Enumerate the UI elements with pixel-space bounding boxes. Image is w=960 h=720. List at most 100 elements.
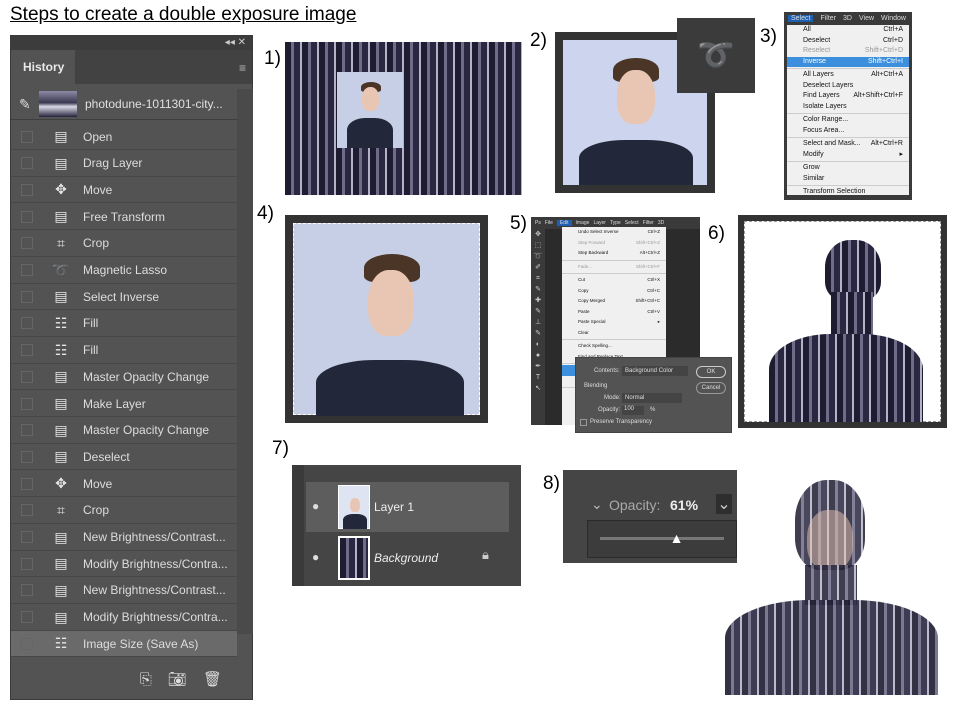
menu-item[interactable]: Undo Select Inverse Ctrl+Z [562, 227, 666, 238]
opacity-input[interactable]: 100 [622, 406, 644, 415]
menu-bar-item[interactable]: Edit [556, 220, 572, 226]
camera-icon[interactable]: 📷︎ [168, 670, 187, 688]
menu-item[interactable]: Step Forward Shift+Ctrl+Z [562, 238, 666, 249]
menu-bar-item[interactable]: File [545, 220, 553, 226]
eye-icon[interactable]: ● [312, 499, 319, 513]
menu-item[interactable]: Fade... Shift+Ctrl+F [562, 262, 666, 273]
menu-item[interactable]: Similar [787, 174, 909, 185]
menu-item[interactable]: Transform Selection [787, 187, 909, 195]
history-checkbox[interactable] [21, 290, 33, 303]
menu-bar-item[interactable]: Window [881, 15, 906, 22]
mode-select[interactable]: Normal [622, 393, 682, 403]
history-checkbox[interactable] [21, 397, 33, 410]
scrollbar[interactable] [237, 89, 253, 634]
magnetic-lasso-tool-icon[interactable]: ➰ [677, 18, 755, 93]
history-checkbox[interactable] [21, 157, 33, 170]
history-checkbox[interactable] [21, 637, 33, 650]
menu-item[interactable]: Select and Mask... Alt+Ctrl+R [787, 139, 909, 150]
history-item[interactable]: ☷ Image Size (Save As) [11, 631, 237, 658]
menu-item[interactable]: Grow [787, 163, 909, 174]
panel-controls[interactable]: ◂◂ ✕ [11, 36, 252, 50]
history-checkbox[interactable] [21, 504, 33, 517]
history-checkbox[interactable] [21, 183, 33, 196]
menu-item[interactable]: Deselect Ctrl+D [787, 36, 909, 47]
eye-icon[interactable]: ● [312, 550, 319, 564]
menu-item[interactable]: Modify ▸ [787, 150, 909, 161]
history-item[interactable]: ▤ Master Opacity Change [11, 418, 237, 444]
history-item[interactable]: ☷ Fill [11, 338, 237, 364]
layer-row-layer-1[interactable]: ● Layer 1 [306, 482, 509, 532]
history-item[interactable]: ▤ Free Transform [11, 204, 237, 231]
history-checkbox[interactable] [21, 424, 33, 437]
history-item[interactable]: ▤ Master Opacity Change [11, 364, 237, 391]
history-item[interactable]: ▤ Deselect [11, 444, 237, 471]
menu-bar-item[interactable]: Filter [643, 220, 654, 226]
menu-item[interactable]: Paste Special ▸ [562, 317, 666, 328]
menu-item[interactable]: Isolate Layers [787, 102, 909, 113]
history-item[interactable]: ▤ Make Layer [11, 391, 237, 417]
opacity-slider-thumb[interactable]: ▲ [670, 530, 684, 546]
menu-item[interactable]: Cut Ctrl+X [562, 275, 666, 286]
history-brush-icon[interactable]: ✎ [19, 96, 33, 113]
history-checkbox[interactable] [21, 450, 33, 463]
preserve-transparency-checkbox[interactable] [580, 419, 587, 426]
history-item[interactable]: ▤ Drag Layer [11, 151, 237, 177]
menu-item[interactable]: Check Spelling... [562, 341, 666, 352]
menu-item[interactable]: Inverse Shift+Ctrl+I [787, 56, 909, 67]
history-snapshot[interactable]: ✎ photodune-1011301-city... [11, 89, 237, 120]
history-checkbox[interactable] [21, 130, 33, 143]
history-checkbox[interactable] [21, 344, 33, 357]
menu-bar-item[interactable]: Type [610, 220, 621, 226]
history-item[interactable]: ☷ Fill [11, 311, 237, 337]
tab-history[interactable]: History [11, 50, 75, 84]
history-checkbox[interactable] [21, 557, 33, 570]
menu-item[interactable]: Reselect Shift+Ctrl+D [787, 46, 909, 57]
menu-item[interactable]: Paste Ctrl+V [562, 307, 666, 318]
history-checkbox[interactable] [21, 477, 33, 490]
menu-item[interactable]: Copy Merged Shift+Ctrl+C [562, 296, 666, 307]
menu-bar-item[interactable]: Select [788, 15, 814, 22]
history-item[interactable]: ▤ Modify Brightness/Contra... [11, 605, 237, 631]
menu-item[interactable]: Color Range... [787, 115, 909, 126]
history-checkbox[interactable] [21, 531, 33, 543]
history-item[interactable]: ✥ Move [11, 471, 237, 498]
menu-bar-item[interactable]: 3D [843, 15, 852, 22]
menu-bar-item[interactable]: Image [576, 220, 590, 226]
history-item[interactable]: ✥ Move [11, 177, 237, 204]
menu-item[interactable]: Copy Ctrl+C [562, 286, 666, 297]
history-item[interactable]: ⌗ Crop [11, 498, 237, 524]
history-item[interactable]: ▤ Open [11, 124, 237, 150]
menu-bar-item[interactable]: Select [625, 220, 639, 226]
history-checkbox[interactable] [21, 237, 33, 250]
panel-menu-icon[interactable]: ≡ [239, 61, 246, 75]
history-checkbox[interactable] [21, 317, 33, 330]
history-checkbox[interactable] [21, 210, 33, 223]
chevron-down-icon[interactable]: ⌄ [591, 496, 603, 513]
tools-bar[interactable]: ✥ ⬚ ➰ ✐ ⌗ ✎ ✚ ✎ ⊥ ✎ ◐ ● ✒ T ↖ [531, 229, 545, 425]
contents-select[interactable]: Background Color [622, 366, 688, 376]
menu-bar-item[interactable]: Filter [820, 15, 836, 22]
history-item[interactable]: ▤ Modify Brightness/Contra... [11, 551, 237, 578]
history-item[interactable]: ▤ New Brightness/Contrast... [11, 525, 237, 551]
menu-item[interactable]: Step Backward Alt+Ctrl+Z [562, 248, 666, 259]
menu-item[interactable]: Clear [562, 328, 666, 339]
menu-item[interactable]: Find Layers Alt+Shift+Ctrl+F [787, 91, 909, 102]
menu-item[interactable]: All Layers Alt+Ctrl+A [787, 70, 909, 81]
layer-row-background[interactable]: ● Background 🔒︎ [306, 533, 509, 583]
menu-item[interactable]: Focus Area... [787, 126, 909, 137]
history-checkbox[interactable] [21, 264, 33, 276]
menu-bar-item[interactable]: Layer [593, 220, 606, 226]
menu-item[interactable]: All Ctrl+A [787, 25, 909, 36]
history-checkbox[interactable] [21, 370, 33, 383]
menu-bar-item[interactable]: 3D [658, 220, 664, 226]
menu-bar-item[interactable]: View [859, 15, 874, 22]
history-item[interactable]: ⌗ Crop [11, 231, 237, 257]
trash-icon[interactable]: 🗑︎ [203, 670, 222, 688]
opacity-value[interactable]: 61% [670, 497, 698, 513]
history-item[interactable]: ➰ Magnetic Lasso [11, 258, 237, 284]
ok-button[interactable]: OK [696, 366, 726, 378]
cancel-button[interactable]: Cancel [696, 382, 726, 394]
menu-bar-item[interactable]: Ps [535, 220, 541, 226]
history-item[interactable]: ▤ Select Inverse [11, 284, 237, 311]
history-checkbox[interactable] [21, 584, 33, 597]
